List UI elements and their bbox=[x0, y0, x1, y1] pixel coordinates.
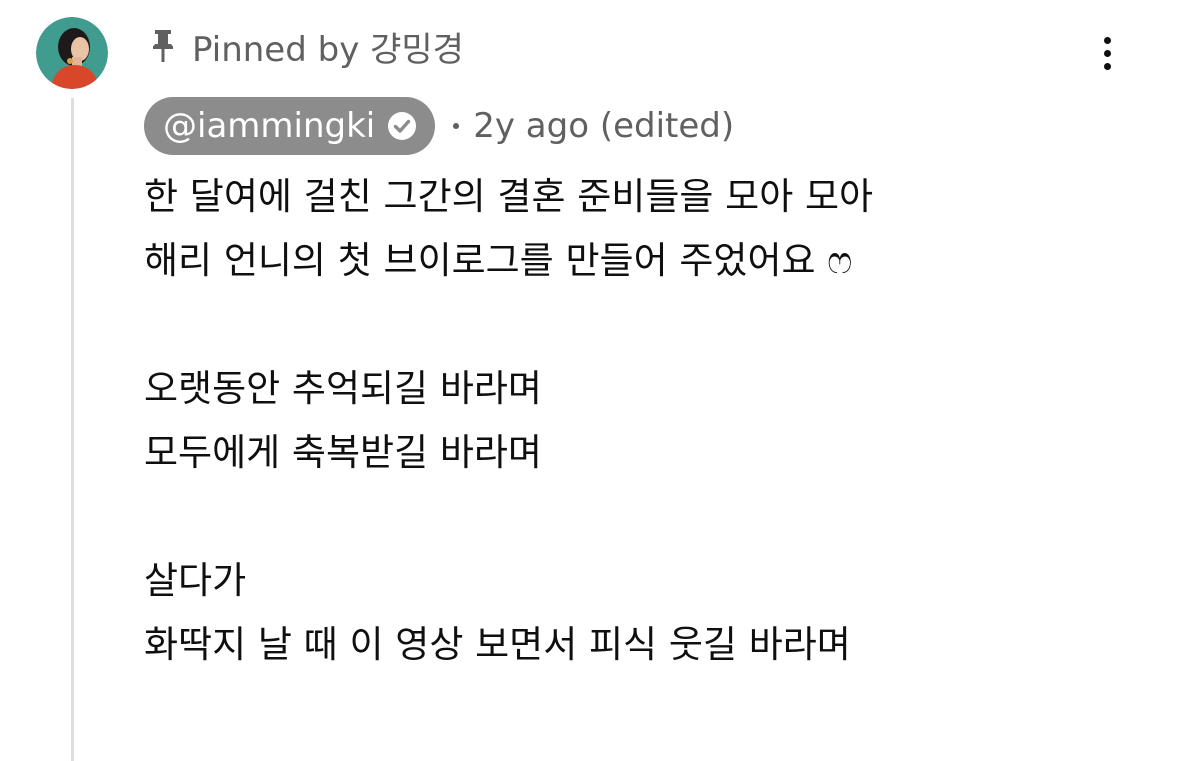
comment-line-blank bbox=[144, 485, 1094, 549]
author-chip[interactable]: @iammingki bbox=[144, 97, 436, 155]
comment-timestamp[interactable]: 2y ago (edited) bbox=[473, 106, 734, 146]
pinned-label: Pinned by 걍밍경 bbox=[192, 29, 464, 70]
comment-line: 해리 언니의 첫 브이로그를 만들어 주었어요 ෆ bbox=[144, 239, 853, 282]
separator-dot bbox=[453, 123, 460, 129]
comment-line: 오랫동안 추억되길 바라며 bbox=[144, 367, 542, 410]
more-vertical-icon bbox=[1103, 36, 1111, 44]
pin-icon bbox=[150, 28, 176, 64]
pinned-indicator: Pinned by 걍밍경 bbox=[150, 20, 464, 72]
comment-line: 한 달여에 걸친 그간의 결혼 준비들을 모아 모아 bbox=[144, 175, 874, 218]
comment-line-blank bbox=[144, 293, 1094, 357]
comment-line: 모두에게 축복받길 바라며 bbox=[144, 431, 542, 474]
comment-text: 한 달여에 걸친 그간의 결혼 준비들을 모아 모아 해리 언니의 첫 브이로그… bbox=[144, 165, 1094, 677]
avatar-image bbox=[36, 17, 108, 89]
thread-line bbox=[71, 98, 74, 761]
more-vertical-icon-dot-3 bbox=[1103, 62, 1111, 70]
author-name[interactable]: @iammingki bbox=[163, 106, 375, 146]
comment-header: @iammingki 2y ago (edited) bbox=[144, 96, 734, 156]
more-vertical-icon-dot-2 bbox=[1103, 49, 1111, 57]
verified-check-icon bbox=[387, 111, 417, 141]
more-actions-button[interactable] bbox=[1088, 28, 1126, 78]
comment-line: 살다가 bbox=[144, 559, 247, 602]
comment-line: 화딱지 날 때 이 영상 보면서 피식 웃길 바라며 bbox=[144, 623, 851, 666]
avatar[interactable] bbox=[36, 17, 108, 89]
